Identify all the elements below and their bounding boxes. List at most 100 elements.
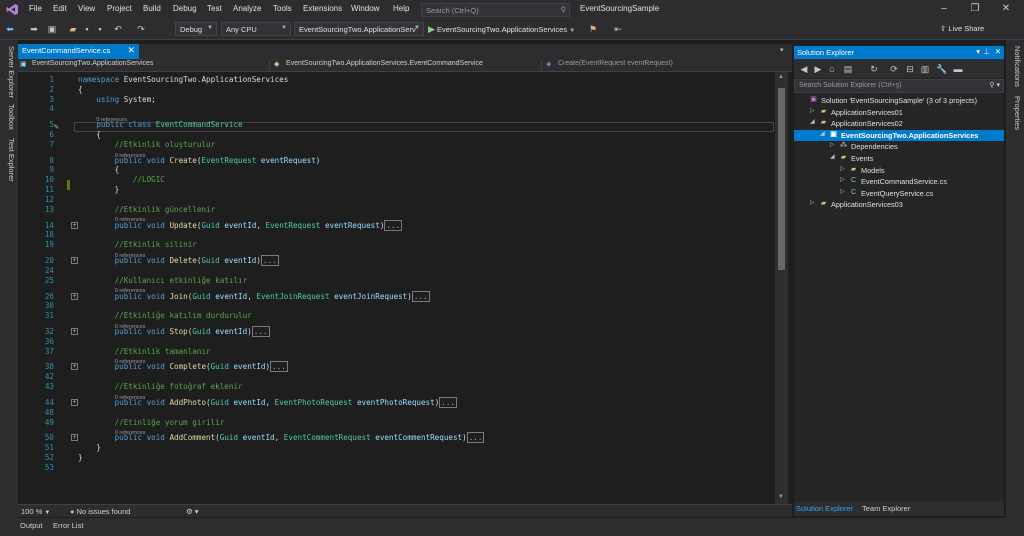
code-cleanup-icon[interactable]: ⚙ ▾ (186, 507, 199, 516)
search-input[interactable]: Search (Ctrl+Q) ⚲ (421, 3, 570, 17)
code-line[interactable]: 19 //Etkinlik silinir (18, 240, 775, 250)
code-line[interactable]: 30 (18, 301, 775, 311)
restore-icon[interactable]: ❐ (967, 2, 983, 16)
code-line[interactable]: 26 + public void Join(Guid eventId, Event… (18, 290, 775, 302)
scroll-down-icon[interactable]: ▼ (778, 494, 784, 500)
collapse-arrow-icon[interactable]: ◢ (830, 153, 835, 160)
tab-eventcommandservice[interactable]: EventCommandService.cs ✕ (18, 44, 139, 59)
tab-error-list[interactable]: Error List (53, 521, 83, 530)
code-line[interactable]: 37 //Etkinlik tamanlanır (18, 347, 775, 357)
code-line[interactable]: 12 (18, 195, 775, 205)
collapsed-region[interactable]: ... (411, 290, 430, 302)
close-tab-icon[interactable]: ✕ (127, 45, 135, 56)
minimize-icon[interactable]: – (936, 2, 952, 16)
step-icon[interactable]: ⇤ (612, 23, 624, 35)
close-icon[interactable]: ✕ (995, 47, 1001, 56)
code-line[interactable]: 8 public void Create(EventRequest eventR… (18, 156, 775, 166)
tree-item[interactable]: ◢ ▣ EventSourcingTwo.ApplicationServices (794, 129, 1004, 142)
sync-icon[interactable]: ↻ (868, 63, 880, 75)
live-share-button[interactable]: ⇧ Live Share (940, 24, 984, 33)
menu-build[interactable]: Build (143, 4, 161, 13)
code-line[interactable]: 11 } (18, 185, 775, 195)
code-line[interactable]: 43 //Etkinliğe fotoğraf eklenir (18, 382, 775, 392)
back-icon[interactable]: ◀ (798, 63, 810, 75)
code-line[interactable]: 20 + public void Delete(Guid eventId)... (18, 255, 775, 267)
expand-arrow-icon[interactable]: ▷ (840, 176, 845, 183)
menu-help[interactable]: Help (393, 4, 409, 13)
code-line[interactable]: 32 + public void Stop(Guid eventId)... (18, 325, 775, 337)
code-line[interactable]: 49 //Etinliğe yorum girilir (18, 418, 775, 428)
tree-item[interactable]: ▣ Solution 'EventSourcingSample' (3 of 3 … (794, 95, 1004, 107)
collapsed-region[interactable]: ... (439, 396, 457, 408)
tree-item[interactable]: ▷ C EventCommandService.cs (794, 176, 1004, 188)
menu-extensions[interactable]: Extensions (303, 4, 342, 13)
properties-icon[interactable]: 🔧 (936, 63, 948, 75)
open-folder-icon[interactable]: ▰ (67, 23, 79, 35)
code-line[interactable]: 36 (18, 337, 775, 347)
server-explorer-tab[interactable]: Server Explorer (2, 46, 16, 98)
code-line[interactable]: 25 //Kullanıcı etkinliğe katılır (18, 276, 775, 286)
scroll-up-icon[interactable]: ▲ (778, 74, 784, 80)
menu-analyze[interactable]: Analyze (233, 4, 261, 13)
collapsed-region[interactable]: ... (251, 325, 270, 337)
redo-icon[interactable]: ↷ (135, 23, 147, 35)
pin-icon[interactable]: ⊥ (983, 47, 990, 56)
code-line[interactable]: 42 (18, 372, 775, 382)
hot-reload-icon[interactable]: ⚑ (587, 23, 599, 35)
code-line[interactable]: 10 //LOGIC (18, 175, 775, 185)
tab-output[interactable]: Output (20, 521, 43, 530)
tree-item[interactable]: ◢ ▰ Events (794, 153, 1004, 165)
toolbox-tab[interactable]: Toolbox (2, 104, 16, 130)
tab-list-icon[interactable]: ▾ (780, 46, 784, 54)
startup-project-select[interactable]: EventSourcingTwo.ApplicationServ ▼ (294, 22, 424, 36)
type-nav-select[interactable]: ◆ EventSourcingTwo.ApplicationServices.E… (272, 60, 542, 71)
collapsed-region[interactable]: ... (260, 255, 279, 267)
window-position-icon[interactable]: ▾ (976, 47, 980, 56)
tab-team-explorer[interactable]: Team Explorer (862, 504, 910, 513)
tree-item[interactable]: ▷ ▰ ApplicationServices03 (794, 199, 1004, 211)
menu-file[interactable]: File (29, 4, 42, 13)
code-line[interactable]: 50 + public void AddComment(Guid eventId,… (18, 432, 775, 444)
refresh-icon[interactable]: ⟳ (888, 63, 900, 75)
notifications-tab[interactable]: Notifications (1008, 46, 1022, 87)
menu-test[interactable]: Test (207, 4, 222, 13)
expand-region-icon[interactable]: + (71, 292, 78, 300)
zoom-level[interactable]: 100 % ▼ (21, 507, 50, 516)
code-line[interactable]: 51 } (18, 443, 775, 453)
code-line[interactable]: 48 (18, 408, 775, 418)
show-all-files-icon[interactable]: ▥ (919, 63, 931, 75)
tree-item[interactable]: ◢ ▰ ApplicationServices02 (794, 118, 1004, 130)
code-line[interactable]: 52} (18, 453, 775, 463)
menu-project[interactable]: Project (107, 4, 132, 13)
expand-region-icon[interactable]: + (71, 363, 78, 371)
issues-indicator[interactable]: ● No issues found (70, 507, 130, 516)
code-line[interactable]: 6 { (18, 130, 775, 140)
collapse-arrow-icon[interactable]: ◢ (810, 118, 815, 125)
preview-icon[interactable]: ▬ (952, 63, 964, 75)
editor-vertical-scrollbar[interactable]: ▲ ▼ (775, 72, 788, 504)
expand-region-icon[interactable]: + (71, 327, 78, 335)
undo-icon[interactable]: ↶ (112, 23, 124, 35)
forward-icon[interactable]: ▶ (812, 63, 824, 75)
code-line[interactable]: 31 //Etkinliğe katılım durdurulur (18, 311, 775, 321)
code-line[interactable]: 53 (18, 463, 775, 473)
expand-region-icon[interactable]: + (71, 257, 78, 265)
code-line[interactable]: 14 + public void Update(Guid eventId, Eve… (18, 219, 775, 231)
home-icon[interactable]: ⌂ (826, 63, 838, 75)
expand-arrow-icon[interactable]: ▷ (840, 188, 845, 195)
collapsed-region[interactable]: ... (384, 219, 403, 231)
menu-edit[interactable]: Edit (53, 4, 67, 13)
properties-tab[interactable]: Properties (1008, 96, 1022, 130)
menu-debug[interactable]: Debug (173, 4, 197, 13)
solution-search-input[interactable]: Search Solution Explorer (Ctrl+ş) ⚲ ▾ (794, 79, 1004, 93)
collapse-arrow-icon[interactable]: ◢ (820, 130, 825, 137)
code-line[interactable]: 13 //Etkinlik güncellenir (18, 205, 775, 215)
platform-select[interactable]: Any CPU ▼ (221, 22, 291, 36)
expand-region-icon[interactable]: + (71, 434, 78, 442)
tree-item[interactable]: ▷ ⁂ Dependencies (794, 141, 1004, 153)
close-icon[interactable]: ✕ (998, 2, 1014, 16)
code-line[interactable]: 44 + public void AddPhoto(Guid eventId, E… (18, 396, 775, 408)
code-line[interactable]: 5 public class EventCommandService (18, 120, 775, 130)
code-line[interactable]: 38 + public void Complete(Guid eventId)..… (18, 361, 775, 373)
save-all-icon[interactable]: ▪ (94, 23, 106, 35)
